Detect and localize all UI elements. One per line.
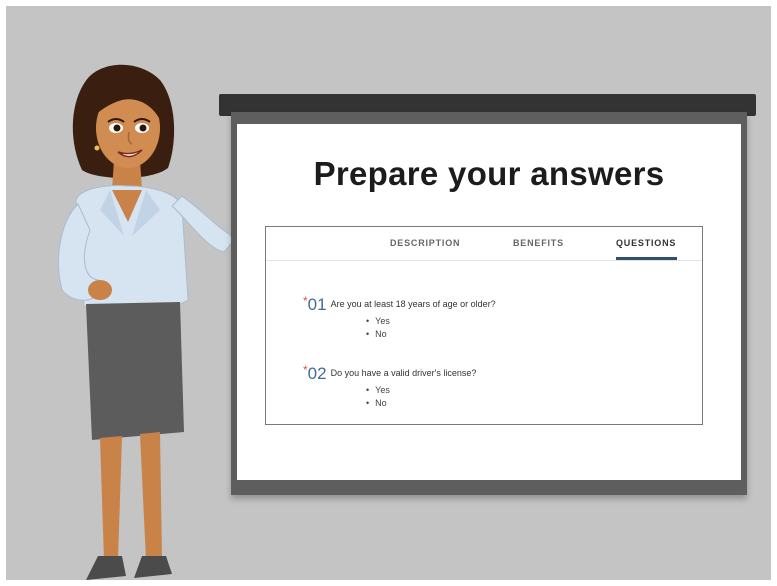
answer-option-no[interactable]: No: [366, 397, 390, 410]
tab-bar: DESCRIPTION BENEFITS QUESTIONS: [266, 227, 702, 261]
required-marker: *: [303, 294, 308, 308]
question-text: Are you at least 18 years of age or olde…: [330, 299, 496, 309]
questions-card: DESCRIPTION BENEFITS QUESTIONS *01 Are yo…: [265, 226, 703, 425]
question-number: 01: [307, 295, 327, 314]
tab-benefits[interactable]: BENEFITS: [513, 238, 564, 248]
tab-questions[interactable]: QUESTIONS: [616, 238, 676, 248]
question-text: Do you have a valid driver's license?: [330, 368, 477, 378]
answer-options: Yes No: [366, 384, 390, 410]
slide-title: Prepare your answers: [313, 155, 665, 192]
answer-option-yes[interactable]: Yes: [366, 315, 390, 328]
answer-option-no[interactable]: No: [366, 328, 390, 341]
active-tab-indicator: [616, 257, 677, 260]
question-1: *01 Are you at least 18 years of age or o…: [303, 294, 496, 339]
question-2: *02 Do you have a valid driver's license?…: [303, 363, 477, 408]
tab-description[interactable]: DESCRIPTION: [390, 238, 460, 248]
required-marker: *: [303, 363, 308, 377]
question-number: 02: [307, 364, 327, 383]
answer-option-yes[interactable]: Yes: [366, 384, 390, 397]
answer-options: Yes No: [366, 315, 390, 341]
